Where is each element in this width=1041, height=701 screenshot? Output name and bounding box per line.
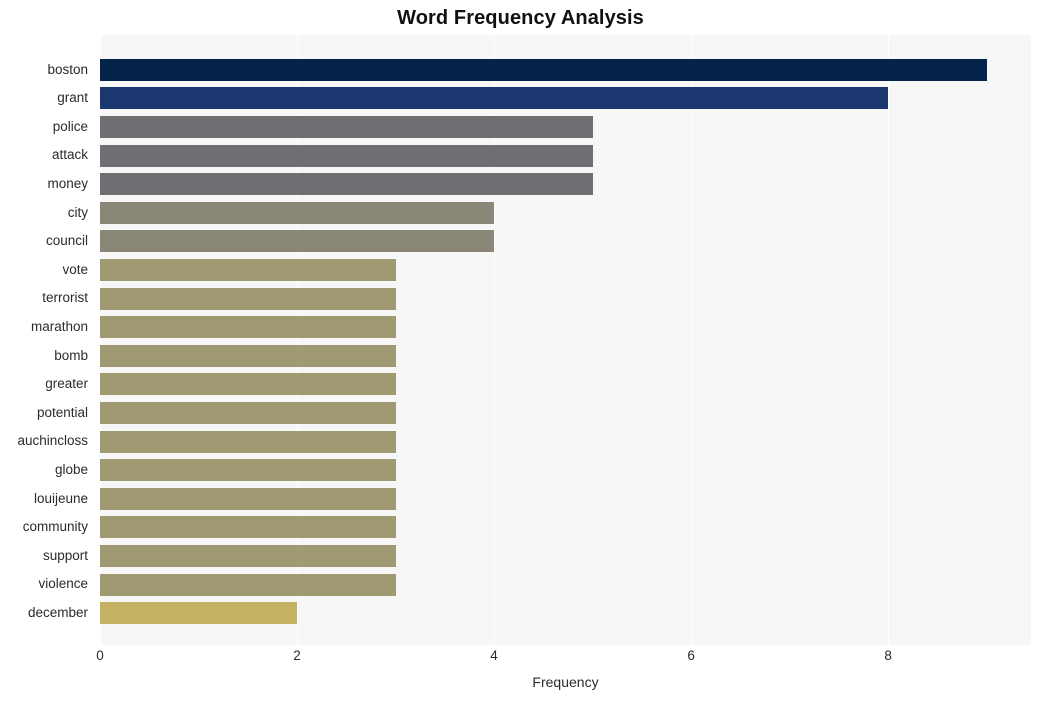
bar-row xyxy=(100,513,1031,542)
bar-row xyxy=(100,599,1031,628)
bar-terrorist[interactable] xyxy=(100,287,396,310)
bar-row xyxy=(100,113,1031,142)
y-tick-label-council: council xyxy=(45,233,88,249)
bar-row xyxy=(100,456,1031,485)
bar-community[interactable] xyxy=(100,516,396,539)
bar-december[interactable] xyxy=(100,602,298,625)
y-tick-label-terrorist: terrorist xyxy=(42,290,88,306)
bar-row xyxy=(100,370,1031,399)
bar-row xyxy=(100,256,1031,285)
y-tick-label-violence: violence xyxy=(38,576,88,592)
y-tick-label-potential: potential xyxy=(36,404,88,420)
bar-support[interactable] xyxy=(100,545,396,568)
bar-vote[interactable] xyxy=(100,259,396,282)
bar-row xyxy=(100,141,1031,170)
bar-row xyxy=(100,485,1031,514)
y-tick-label-boston: boston xyxy=(47,61,88,77)
bar-money[interactable] xyxy=(100,173,593,196)
y-tick-label-bomb: bomb xyxy=(54,347,88,363)
y-tick-label-marathon: marathon xyxy=(30,318,88,334)
bar-row xyxy=(100,542,1031,571)
y-tick-label-globe: globe xyxy=(54,461,88,477)
bar-row xyxy=(100,84,1031,113)
y-tick-label-greater: greater xyxy=(45,376,88,392)
bar-row xyxy=(100,284,1031,313)
bar-bomb[interactable] xyxy=(100,344,396,367)
bar-row xyxy=(100,56,1031,85)
y-tick-label-grant: grant xyxy=(57,90,88,106)
y-tick-label-support: support xyxy=(42,547,88,563)
y-axis-tick-labels: boston grant police attack money city council v… xyxy=(0,35,94,645)
y-tick-label-police: police xyxy=(52,118,88,134)
y-tick-label-city: city xyxy=(67,204,88,220)
bar-city[interactable] xyxy=(100,201,495,224)
x-tick-label-6: 6 xyxy=(687,648,695,663)
bar-auchincloss[interactable] xyxy=(100,430,396,453)
bar-marathon[interactable] xyxy=(100,316,396,339)
bar-row xyxy=(100,399,1031,428)
x-tick-label-4: 4 xyxy=(490,648,498,663)
chart-title: Word Frequency Analysis xyxy=(397,7,644,29)
plot-area xyxy=(100,35,1031,645)
bar-row xyxy=(100,313,1031,342)
y-tick-label-community: community xyxy=(22,519,88,535)
bar-row xyxy=(100,170,1031,199)
x-tick-label-0: 0 xyxy=(96,648,104,663)
word-frequency-chart: Word Frequency Analysis boston grant polic… xyxy=(0,0,1041,701)
bar-violence[interactable] xyxy=(100,573,396,596)
bar-louijeune[interactable] xyxy=(100,487,396,510)
x-tick-label-2: 2 xyxy=(293,648,301,663)
y-tick-label-december: december xyxy=(27,604,88,620)
bar-potential[interactable] xyxy=(100,402,396,425)
bar-row xyxy=(100,199,1031,228)
y-tick-label-auchincloss: auchincloss xyxy=(17,433,88,449)
x-axis-label: Frequency xyxy=(532,674,599,690)
y-tick-label-vote: vote xyxy=(62,261,88,277)
x-axis-tick-labels: 0 2 4 6 8 xyxy=(96,648,1031,670)
bar-row xyxy=(100,427,1031,456)
bar-greater[interactable] xyxy=(100,373,396,396)
bar-attack[interactable] xyxy=(100,144,593,167)
y-tick-label-attack: attack xyxy=(51,147,88,163)
bar-grant[interactable] xyxy=(100,87,889,110)
bar-row xyxy=(100,570,1031,599)
bar-police[interactable] xyxy=(100,116,593,139)
bars-layer xyxy=(100,35,1031,645)
bar-row xyxy=(100,227,1031,256)
y-tick-label-money: money xyxy=(47,175,88,191)
bar-row xyxy=(100,342,1031,371)
bar-boston[interactable] xyxy=(100,58,987,81)
bar-council[interactable] xyxy=(100,230,495,253)
bar-globe[interactable] xyxy=(100,459,396,482)
y-tick-label-louijeune: louijeune xyxy=(33,490,88,506)
x-tick-label-8: 8 xyxy=(884,648,892,663)
